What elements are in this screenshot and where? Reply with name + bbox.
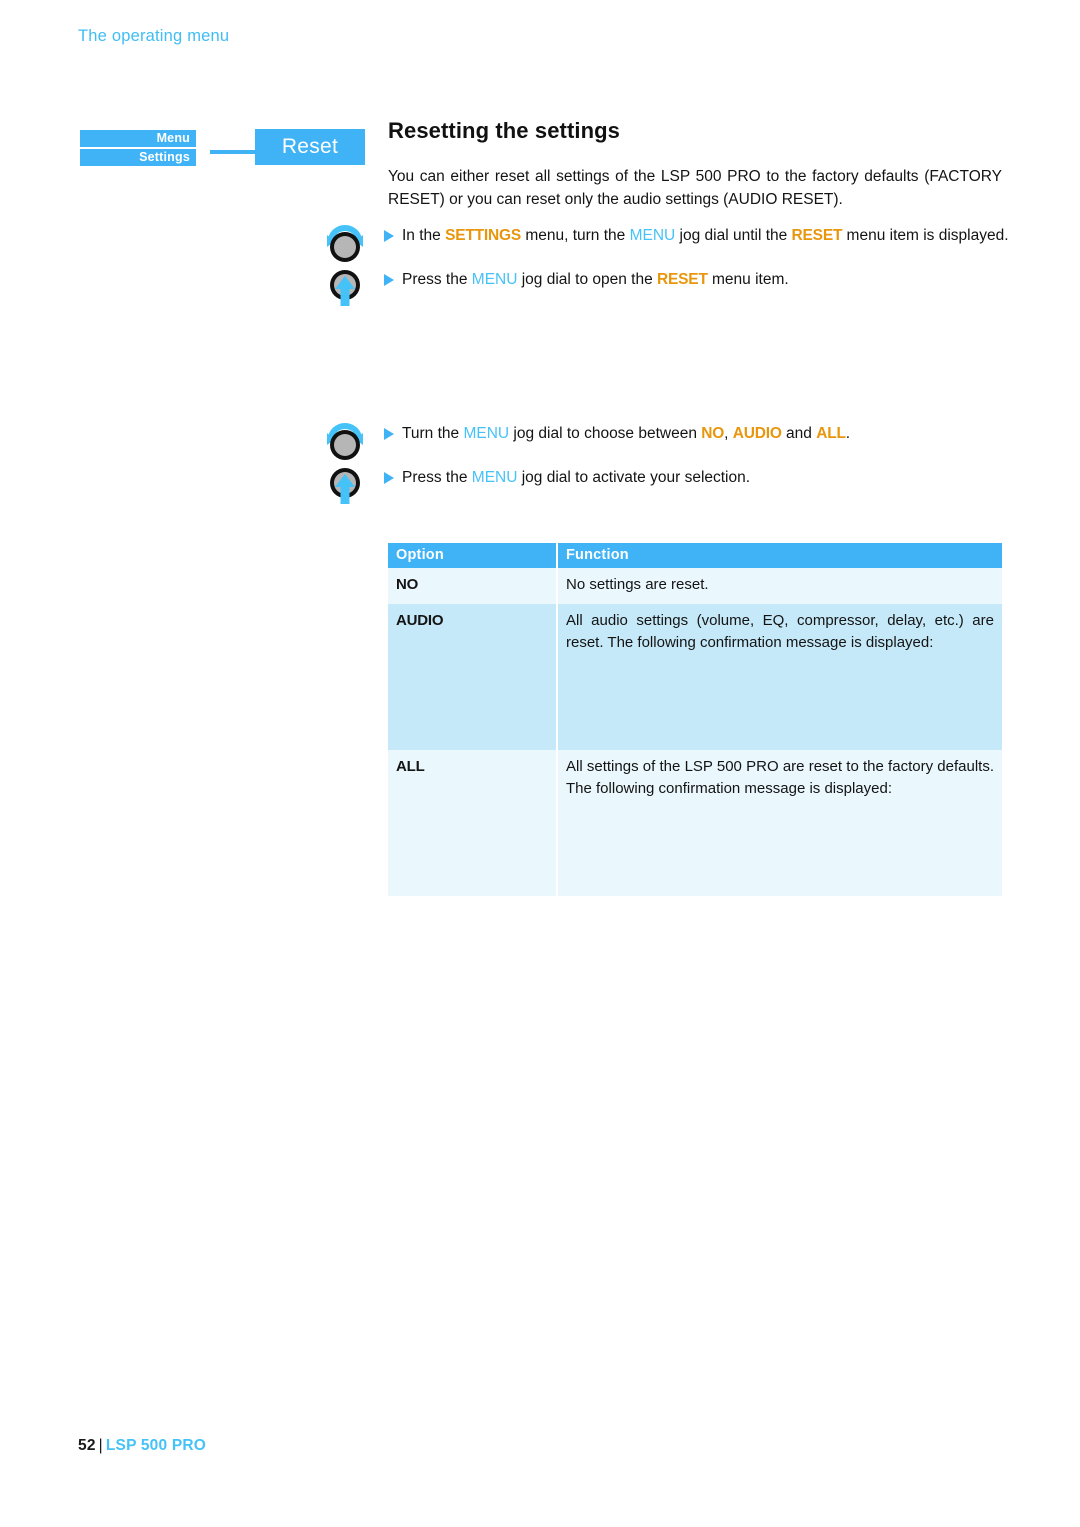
- instruction-text: Press the MENU jog dial to activate your…: [402, 464, 1012, 489]
- text-run: jog dial to open the: [517, 271, 658, 288]
- function-cell: No settings are reset.: [558, 568, 1002, 604]
- instruction-text: Turn the MENU jog dial to choose between…: [402, 420, 1012, 445]
- intro-paragraph: You can either reset all settings of the…: [388, 168, 1002, 208]
- table-row: ALL All settings of the LSP 500 PRO are r…: [388, 750, 1002, 896]
- keyword-menu: MENU: [471, 469, 518, 486]
- breadcrumb-path-stack: Menu Settings: [80, 130, 196, 166]
- breadcrumb-level-menu: Menu: [80, 130, 196, 147]
- column-header-option: Option: [388, 543, 556, 568]
- page-footer: 52 | LSP 500 PRO: [78, 1437, 206, 1455]
- instruction-group-two: Turn the MENU jog dial to choose between…: [322, 420, 1012, 508]
- keyword-highlight: SETTINGS: [445, 227, 522, 244]
- table-row: NO No settings are reset.: [388, 568, 1002, 604]
- triangle-bullet-icon: [384, 472, 394, 484]
- breadcrumb: Menu Settings Reset: [80, 129, 370, 173]
- arrow-shaft: [210, 150, 258, 154]
- option-cell: AUDIO: [388, 604, 556, 750]
- breadcrumb-target-reset: Reset: [255, 129, 365, 165]
- function-cell: All settings of the LSP 500 PRO are rese…: [558, 750, 1002, 896]
- page-title: Resetting the settings: [388, 118, 621, 143]
- text-run: menu, turn the: [521, 227, 630, 244]
- keyword-highlight: NO: [701, 425, 725, 442]
- jog-dial-turn-icon: [322, 222, 368, 266]
- text-run: jog dial to choose between: [509, 425, 702, 442]
- options-table: Option Function NO No settings are reset.…: [388, 543, 1002, 896]
- column-header-function: Function: [558, 543, 1002, 568]
- triangle-bullet-icon: [384, 230, 394, 242]
- text-run: menu item.: [707, 271, 789, 288]
- instruction-text: In the SETTINGS menu, turn the MENU jog …: [402, 222, 1012, 247]
- text-run: Turn the: [402, 425, 464, 442]
- footer-separator: |: [98, 1437, 103, 1454]
- triangle-bullet-icon: [384, 274, 394, 286]
- breadcrumb-level-settings: Settings: [80, 149, 196, 166]
- instruction-group-one: In the SETTINGS menu, turn the MENU jog …: [322, 222, 1012, 310]
- text-run: jog dial until the: [675, 227, 792, 244]
- keyword-highlight: AUDIO: [732, 425, 782, 442]
- keyword-menu: MENU: [471, 271, 518, 288]
- text-run: jog dial to activate your selection.: [517, 469, 751, 486]
- option-cell: NO: [388, 568, 556, 604]
- page-number: 52: [78, 1437, 96, 1454]
- function-cell: All audio settings (volume, EQ, compress…: [558, 604, 1002, 750]
- keyword-highlight: RESET: [657, 271, 708, 288]
- table-header-row: Option Function: [388, 543, 1002, 568]
- text-run: ,: [724, 425, 733, 442]
- text-run: menu item is displayed.: [842, 227, 1009, 244]
- keyword-menu: MENU: [629, 227, 676, 244]
- instruction-step: Press the MENU jog dial to activate your…: [322, 464, 1012, 508]
- instruction-text: Press the MENU jog dial to open the RESE…: [402, 266, 1012, 291]
- main-content: Resetting the settings You can either re…: [388, 118, 1002, 211]
- product-name: LSP 500 PRO: [105, 1437, 207, 1454]
- jog-dial-press-icon: [322, 464, 368, 508]
- triangle-bullet-icon: [384, 428, 394, 440]
- keyword-highlight: RESET: [791, 227, 843, 244]
- text-run: In the: [402, 227, 446, 244]
- table-row: AUDIO All audio settings (volume, EQ, com…: [388, 604, 1002, 750]
- text-run: .: [845, 425, 851, 442]
- text-run: Press the: [402, 469, 472, 486]
- option-cell: ALL: [388, 750, 556, 896]
- jog-dial-press-icon: [322, 266, 368, 310]
- text-run: and: [781, 425, 817, 442]
- running-header: The operating menu: [78, 27, 230, 45]
- instruction-step: Press the MENU jog dial to open the RESE…: [322, 266, 1012, 310]
- text-run: Press the: [402, 271, 472, 288]
- table-body: NO No settings are reset. AUDIO All audio s…: [388, 568, 1002, 896]
- instruction-step: Turn the MENU jog dial to choose between…: [322, 420, 1012, 464]
- instruction-step: In the SETTINGS menu, turn the MENU jog …: [322, 222, 1012, 266]
- jog-dial-turn-icon: [322, 420, 368, 464]
- keyword-menu: MENU: [463, 425, 510, 442]
- table-header: Option Function: [388, 543, 1002, 568]
- keyword-highlight: ALL: [816, 425, 846, 442]
